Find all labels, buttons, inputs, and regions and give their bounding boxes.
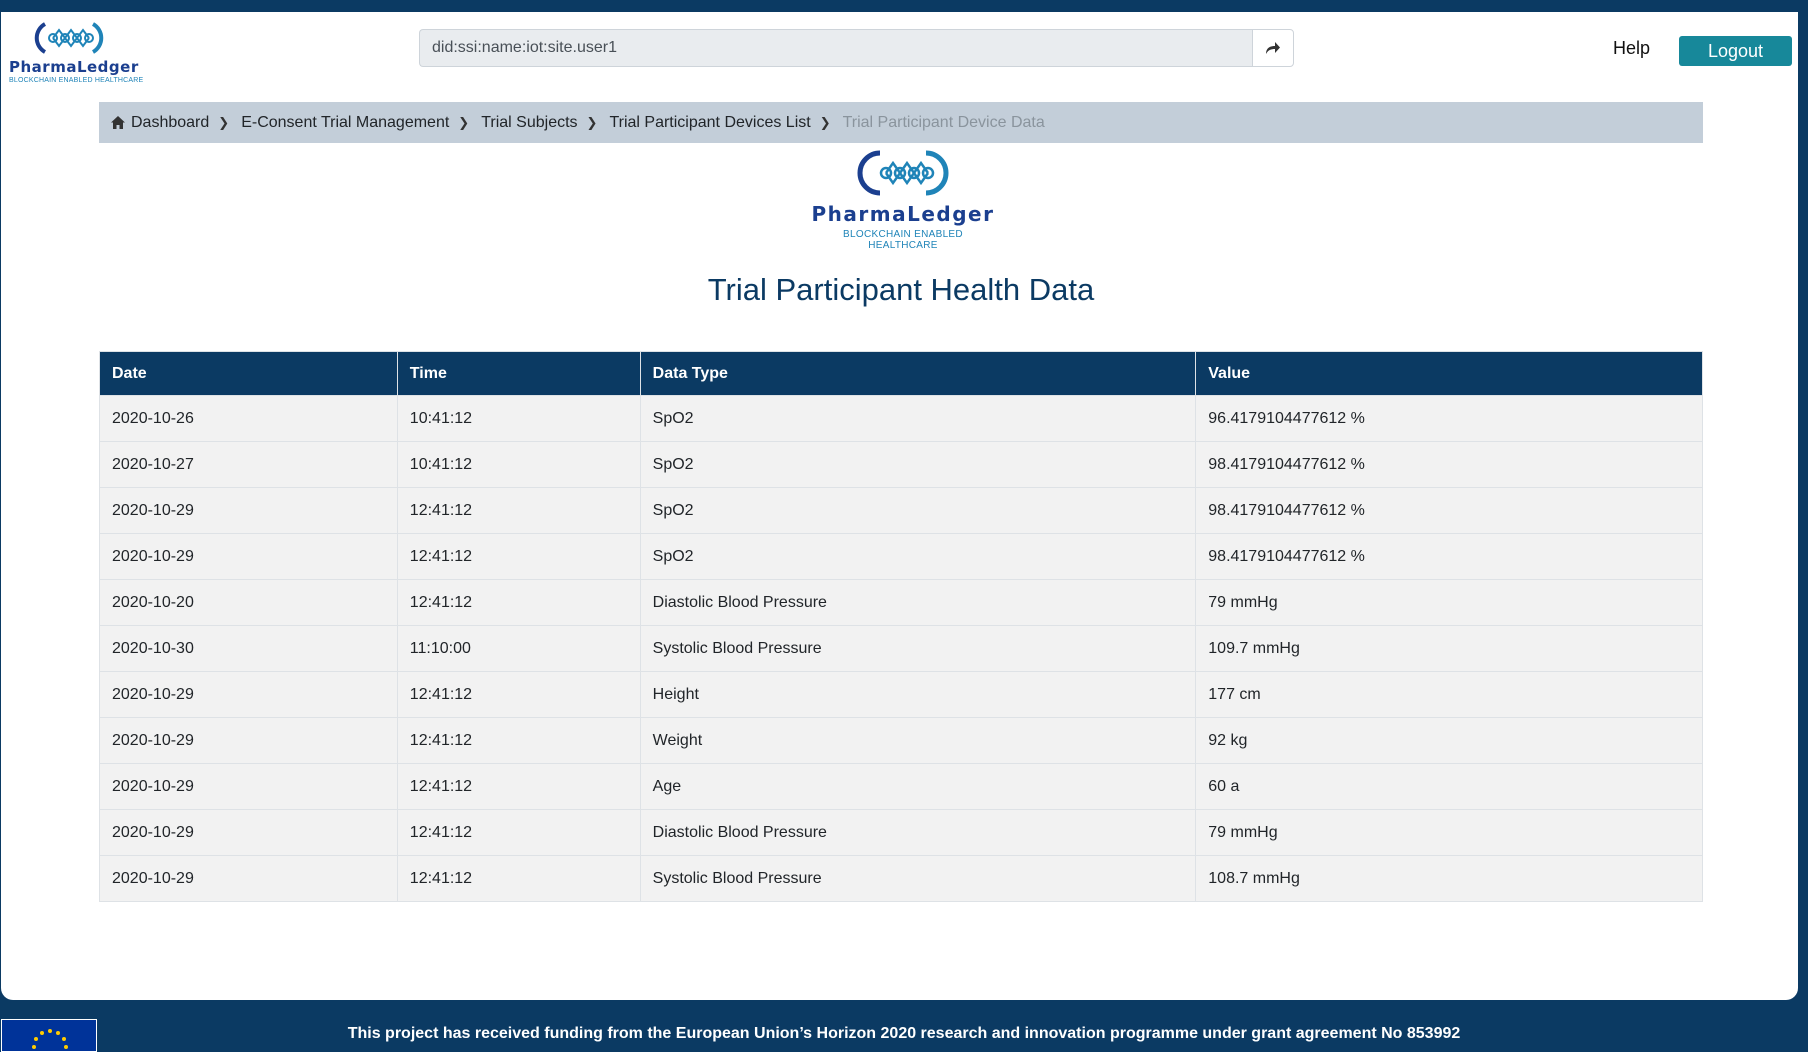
logout-button[interactable]: Logout [1679, 36, 1792, 66]
cell-date: 2020-10-29 [99, 533, 398, 580]
cell-value: 177 cm [1195, 671, 1703, 718]
help-link[interactable]: Help [1613, 38, 1650, 59]
cell-data-type: SpO2 [639, 487, 1197, 534]
cell-date: 2020-10-27 [99, 441, 398, 488]
cell-data-type: Diastolic Blood Pressure [639, 809, 1197, 856]
table-row[interactable]: 2020-10-29 12:41:12 Age 60 a [99, 763, 1703, 810]
cell-time: 12:41:12 [396, 671, 641, 718]
cell-time: 11:10:00 [396, 625, 641, 672]
cell-time: 12:41:12 [396, 717, 641, 764]
cell-value: 79 mmHg [1195, 579, 1703, 626]
funding-statement: This project has received funding from t… [347, 1025, 1461, 1042]
cell-value: 60 a [1195, 763, 1703, 810]
home-icon [111, 116, 125, 129]
table-row[interactable]: 2020-10-29 12:41:12 Systolic Blood Pressur… [99, 855, 1703, 902]
column-header-time[interactable]: Time [396, 351, 641, 396]
cell-time: 12:41:12 [396, 487, 641, 534]
breadcrumb-dashboard[interactable]: Dashboard [111, 114, 209, 132]
column-header-data-type[interactable]: Data Type [639, 351, 1197, 396]
chevron-right-icon: ❯ [218, 114, 230, 130]
cell-date: 2020-10-29 [99, 487, 398, 534]
breadcrumb-device-data: Trial Participant Device Data [842, 113, 1045, 131]
cell-data-type: Systolic Blood Pressure [639, 855, 1197, 902]
table-row[interactable]: 2020-10-27 10:41:12 SpO2 98.4179104477612 % [99, 441, 1703, 488]
breadcrumb-econsent-trial-management[interactable]: E-Consent Trial Management [241, 114, 449, 132]
cell-data-type: Diastolic Blood Pressure [639, 579, 1197, 626]
cell-data-type: Weight [639, 717, 1197, 764]
logo-mark-icon [857, 150, 949, 196]
cell-time: 12:41:12 [396, 533, 641, 580]
cell-time: 12:41:12 [396, 579, 641, 626]
pharmaledger-logo[interactable]: PharmaLedger BLOCKCHAIN ENABLED HEALTHCA… [7, 18, 143, 88]
cell-time: 10:41:12 [396, 395, 641, 442]
logo-tagline: BLOCKCHAIN ENABLED HEALTHCARE [843, 229, 963, 251]
table-row[interactable]: 2020-10-29 12:41:12 Height 177 cm [99, 671, 1703, 718]
cell-date: 2020-10-29 [99, 809, 398, 856]
share-button[interactable] [1252, 29, 1294, 67]
pharmaledger-center-logo: PharmaLedger BLOCKCHAIN ENABLED HEALTHCA… [808, 148, 998, 251]
table-row[interactable]: 2020-10-29 12:41:12 SpO2 98.4179104477612 % [99, 533, 1703, 580]
breadcrumb-label: Dashboard [131, 113, 210, 131]
column-header-value[interactable]: Value [1195, 351, 1703, 396]
cell-date: 2020-10-29 [99, 671, 398, 718]
cell-value: 108.7 mmHg [1195, 855, 1703, 902]
breadcrumb-devices-list[interactable]: Trial Participant Devices List [609, 114, 810, 132]
cell-data-type: SpO2 [639, 533, 1197, 580]
cell-time: 12:41:12 [396, 809, 641, 856]
cell-value: 98.4179104477612 % [1195, 441, 1703, 488]
table-header-row: Date Time Data Type Value [99, 351, 1703, 396]
cell-data-type: Height [639, 671, 1197, 718]
breadcrumb: Dashboard ❯ E-Consent Trial Management ❯… [99, 102, 1703, 143]
chevron-right-icon: ❯ [586, 114, 598, 130]
cell-time: 12:41:12 [396, 855, 641, 902]
health-data-table: Date Time Data Type Value 2020-10-26 10:4… [99, 351, 1703, 902]
cell-date: 2020-10-30 [99, 625, 398, 672]
table-body: 2020-10-26 10:41:12 SpO2 96.4179104477612 %… [99, 395, 1703, 902]
table-row[interactable]: 2020-10-20 12:41:12 Diastolic Blood Pressu… [99, 579, 1703, 626]
logo-tagline: BLOCKCHAIN ENABLED HEALTHCARE [9, 77, 144, 84]
cell-time: 10:41:12 [396, 441, 641, 488]
table-row[interactable]: 2020-10-30 11:10:00 Systolic Blood Pressur… [99, 625, 1703, 672]
cell-value: 96.4179104477612 % [1195, 395, 1703, 442]
did-bar [419, 29, 1294, 67]
column-header-date[interactable]: Date [99, 351, 398, 396]
table-row[interactable]: 2020-10-29 12:41:12 Diastolic Blood Pressu… [99, 809, 1703, 856]
logo-mark-icon [34, 22, 104, 54]
cell-value: 109.7 mmHg [1195, 625, 1703, 672]
cell-value: 98.4179104477612 % [1195, 533, 1703, 580]
breadcrumb-trial-subjects[interactable]: Trial Subjects [481, 114, 577, 132]
logo-brand: PharmaLedger [9, 58, 139, 76]
cell-value: 98.4179104477612 % [1195, 487, 1703, 534]
share-arrow-icon [1266, 42, 1280, 54]
cell-date: 2020-10-29 [99, 855, 398, 902]
logo-brand: PharmaLedger [811, 202, 995, 226]
page-title: Trial Participant Health Data [707, 272, 1095, 307]
cell-data-type: SpO2 [639, 395, 1197, 442]
cell-data-type: Systolic Blood Pressure [639, 625, 1197, 672]
table-row[interactable]: 2020-10-26 10:41:12 SpO2 96.4179104477612 % [99, 395, 1703, 442]
cell-date: 2020-10-20 [99, 579, 398, 626]
cell-date: 2020-10-29 [99, 717, 398, 764]
cell-data-type: SpO2 [639, 441, 1197, 488]
cell-data-type: Age [639, 763, 1197, 810]
cell-value: 79 mmHg [1195, 809, 1703, 856]
chevron-right-icon: ❯ [458, 114, 470, 130]
table-row[interactable]: 2020-10-29 12:41:12 SpO2 98.4179104477612 % [99, 487, 1703, 534]
cell-value: 92 kg [1195, 717, 1703, 764]
chevron-right-icon: ❯ [819, 114, 831, 130]
table-row[interactable]: 2020-10-29 12:41:12 Weight 92 kg [99, 717, 1703, 764]
did-input[interactable] [419, 29, 1252, 67]
app-frame: PharmaLedger BLOCKCHAIN ENABLED HEALTHCA… [1, 12, 1798, 1000]
cell-date: 2020-10-29 [99, 763, 398, 810]
cell-date: 2020-10-26 [99, 395, 398, 442]
cell-time: 12:41:12 [396, 763, 641, 810]
